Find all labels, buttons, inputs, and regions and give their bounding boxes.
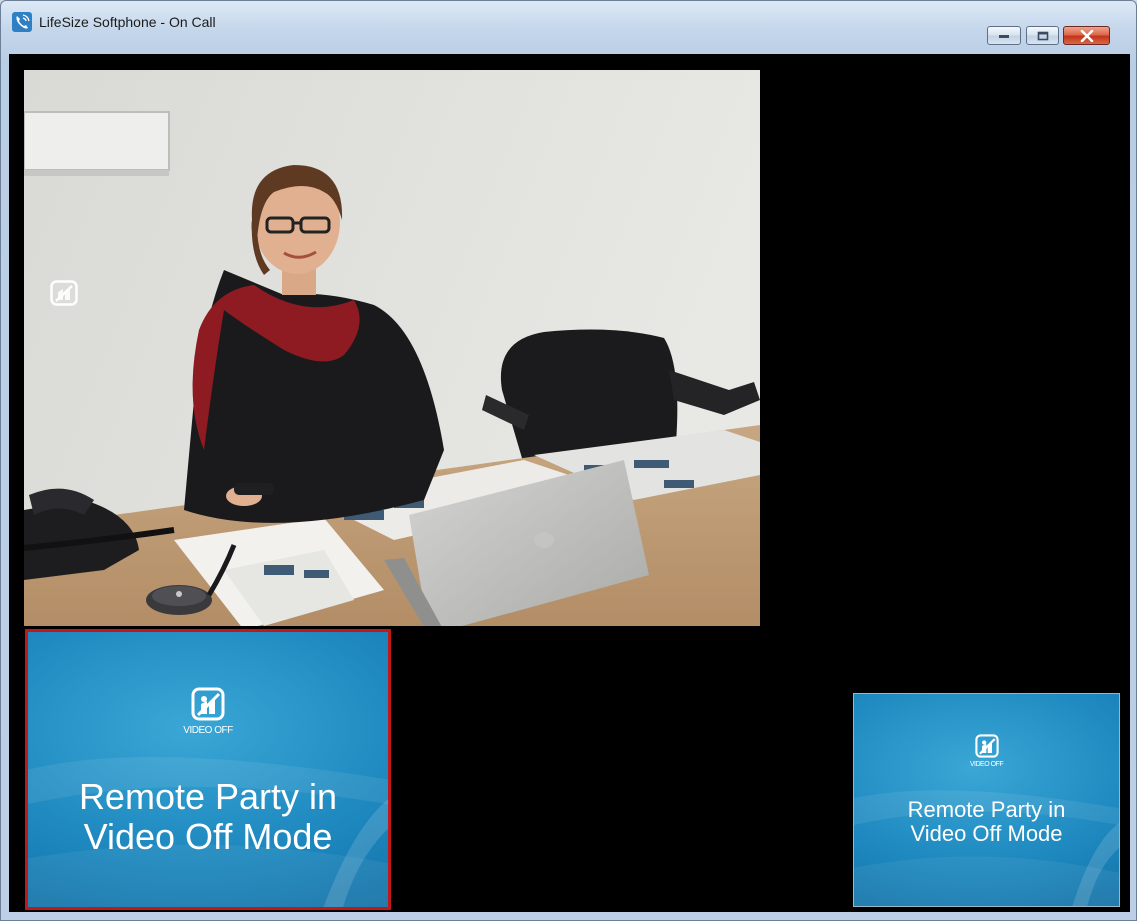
video-scene (24, 70, 760, 626)
maximize-icon (1037, 31, 1048, 40)
phone-icon (12, 12, 32, 32)
video-off-label: VIDEO OFF (183, 725, 233, 736)
video-off-message: Remote Party in Video Off Mode (28, 777, 388, 857)
video-off-label: VIDEO OFF (969, 761, 1004, 768)
video-off-icon (191, 687, 225, 721)
call-area: VIDEO OFF Remote Party in Video Off Mode… (9, 54, 1130, 912)
hide-video-icon[interactable] (50, 280, 78, 306)
tile-swoosh (28, 757, 388, 907)
video-off-icon (974, 734, 999, 758)
softphone-window: LifeSize Softphone - On Call VIDEO OFF R… (0, 0, 1137, 921)
maximize-button[interactable] (1026, 26, 1059, 45)
video-off-message-line1: Remote Party in (78, 776, 338, 817)
remote-video-tile[interactable]: VIDEO OFF Remote Party in Video Off Mode (25, 629, 391, 910)
close-icon (1080, 29, 1093, 42)
minimize-icon (999, 34, 1009, 38)
close-button[interactable] (1063, 26, 1110, 45)
window-title: LifeSize Softphone - On Call (39, 14, 216, 30)
minimize-button[interactable] (987, 26, 1021, 45)
self-view-tile[interactable]: VIDEO OFF Remote Party in Video Off Mode (853, 693, 1120, 907)
video-off-message-line1: Remote Party in (907, 797, 1066, 822)
title-bar[interactable]: LifeSize Softphone - On Call (1, 1, 1136, 53)
video-off-message-line2: Video Off Mode (910, 821, 1063, 846)
video-off-message-line2: Video Off Mode (83, 816, 333, 857)
video-off-message: Remote Party in Video Off Mode (854, 798, 1119, 846)
main-video-feed (24, 70, 760, 626)
